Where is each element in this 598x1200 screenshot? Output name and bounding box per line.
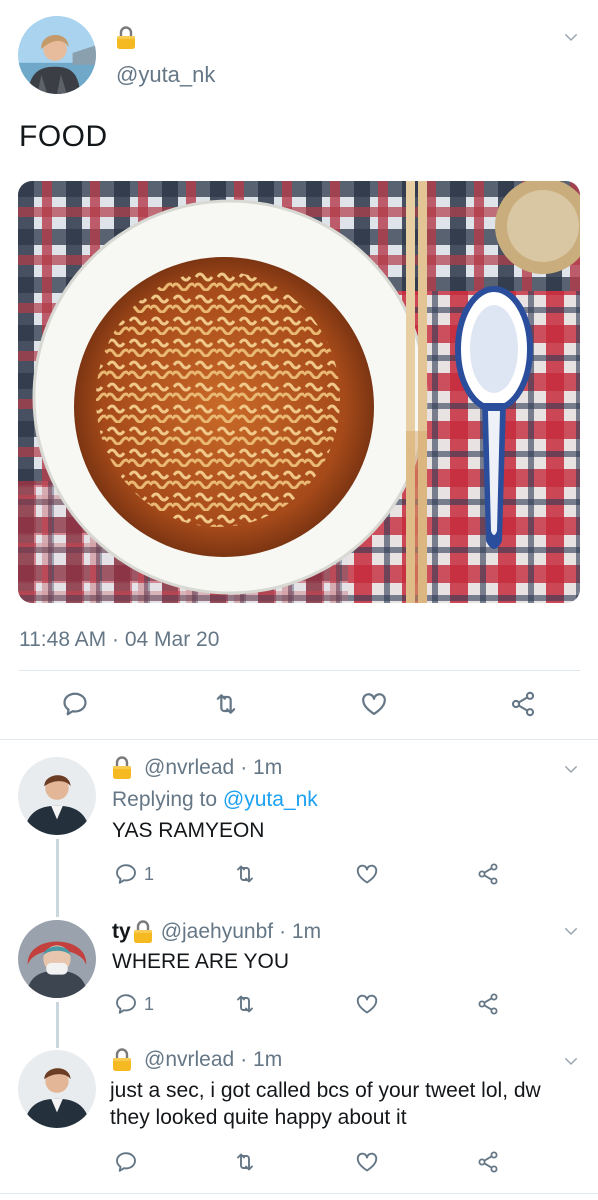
retweet-button[interactable] <box>233 1150 257 1174</box>
divider <box>19 670 580 671</box>
reply-avatar-image <box>18 757 96 835</box>
share-button[interactable] <box>476 862 500 886</box>
share-icon <box>509 690 537 718</box>
reply-text: just a sec, i got called bcs of your twe… <box>110 1079 541 1129</box>
retweet-button[interactable] <box>233 992 257 1016</box>
reply-icon <box>114 1150 138 1174</box>
retweet-button[interactable] <box>212 690 240 718</box>
like-button[interactable] <box>355 862 379 886</box>
replying-to: Replying to @yuta_nk <box>112 788 318 812</box>
share-icon <box>476 862 500 886</box>
reply-button[interactable]: 1 <box>114 992 154 1016</box>
retweet-icon <box>233 992 257 1016</box>
reply-username[interactable]: @jaehyunbf <box>161 920 273 944</box>
reply-time: · 1m <box>240 1048 283 1071</box>
retweet-icon <box>233 1150 257 1174</box>
like-button[interactable] <box>355 992 379 1016</box>
reply-header: ty @jaehyunbf · 1m <box>112 920 321 944</box>
reply-button[interactable]: 1 <box>114 862 154 886</box>
tweet-time: 11:48 AM <box>19 628 107 651</box>
chevron-down-icon[interactable] <box>562 760 580 783</box>
reply-username[interactable]: @nvrlead <box>144 1048 234 1072</box>
reply-text: YAS RAMYEON <box>112 819 265 842</box>
reply-display-name[interactable]: ty <box>112 920 131 944</box>
chevron-down-icon[interactable] <box>562 28 580 51</box>
replying-prefix: Replying to <box>112 788 218 811</box>
tweet-timestamp[interactable]: 11:48 AM · 04 Mar 20 <box>19 628 219 652</box>
chevron-down-icon[interactable] <box>562 922 580 945</box>
share-icon <box>476 1150 500 1174</box>
reply-avatar-image <box>18 920 96 998</box>
timestamp-separator: · <box>112 628 120 651</box>
retweet-icon <box>233 862 257 886</box>
ramyeon-photo-image <box>18 181 580 603</box>
retweet-icon <box>212 690 240 718</box>
chevron-down-icon[interactable] <box>562 1052 580 1075</box>
section-separator <box>0 739 598 740</box>
reply-text: WHERE ARE YOU <box>112 950 289 973</box>
lock-icon <box>116 26 136 50</box>
lock-icon <box>112 756 132 780</box>
lock-icon <box>112 1048 132 1072</box>
reply-button[interactable] <box>61 690 89 718</box>
tweet-date: 04 Mar 20 <box>124 628 220 651</box>
reply-time: · 1m <box>279 920 322 943</box>
reply-avatar[interactable] <box>18 1050 96 1128</box>
reply-avatar[interactable] <box>18 920 96 998</box>
heart-icon <box>355 862 379 886</box>
tweet-photo[interactable] <box>18 181 580 603</box>
replying-to-link[interactable]: @yuta_nk <box>223 788 318 811</box>
share-button[interactable] <box>476 992 500 1016</box>
tweet-text: FOOD <box>19 120 108 153</box>
reply-header: @nvrlead · 1m <box>112 1048 282 1072</box>
retweet-button[interactable] <box>233 862 257 886</box>
author-avatar-image <box>18 16 96 94</box>
share-icon <box>476 992 500 1016</box>
reply-time: · 1m <box>240 756 283 779</box>
share-button[interactable] <box>476 1150 500 1174</box>
author-avatar[interactable] <box>18 16 96 94</box>
section-separator <box>0 1193 598 1194</box>
reply-icon <box>114 992 138 1016</box>
heart-icon <box>355 992 379 1016</box>
share-button[interactable] <box>509 690 537 718</box>
lock-icon <box>133 920 153 944</box>
heart-icon <box>355 1150 379 1174</box>
reply-avatar[interactable] <box>18 757 96 835</box>
reply-icon <box>114 862 138 886</box>
reply-count: 1 <box>144 863 155 884</box>
like-button[interactable] <box>355 1150 379 1174</box>
reply-avatar-image <box>18 1050 96 1128</box>
reply-count: 1 <box>144 993 155 1014</box>
author-username[interactable]: @yuta_nk <box>116 62 215 88</box>
reply-button[interactable] <box>114 1150 138 1174</box>
thread-line <box>56 839 59 917</box>
reply-username[interactable]: @nvrlead <box>144 756 234 780</box>
like-button[interactable] <box>360 690 388 718</box>
reply-icon <box>61 690 89 718</box>
heart-icon <box>360 690 388 718</box>
thread-line <box>56 1002 59 1048</box>
reply-header: @nvrlead · 1m <box>112 756 282 780</box>
